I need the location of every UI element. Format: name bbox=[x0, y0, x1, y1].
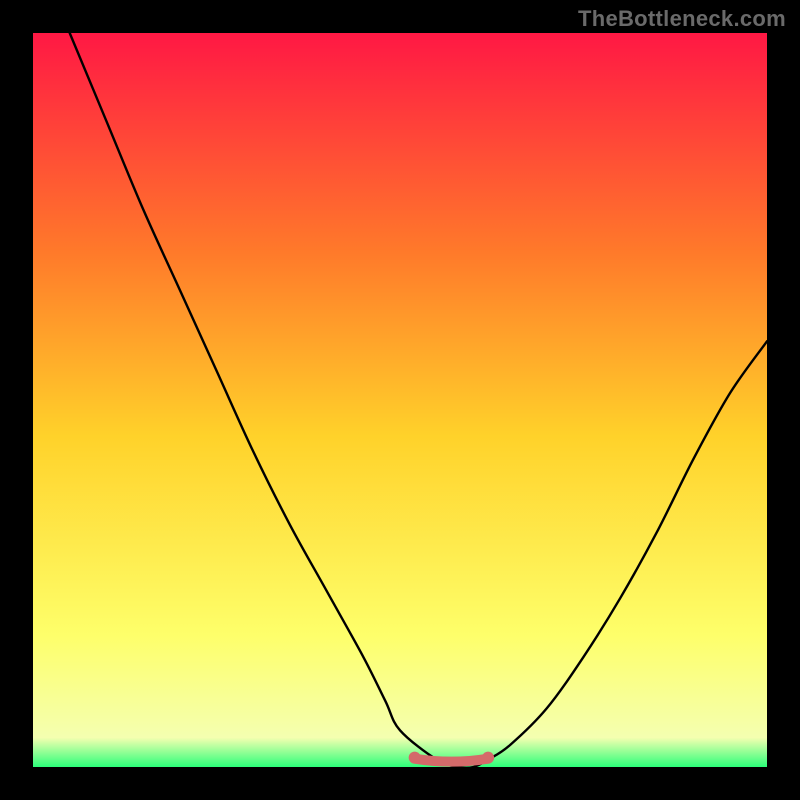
optimal-band-endpoint-right bbox=[482, 752, 494, 764]
plot-background bbox=[33, 33, 767, 767]
optimal-band-marker bbox=[415, 759, 488, 762]
chart-container: TheBottleneck.com bbox=[0, 0, 800, 800]
optimal-band-endpoint-left bbox=[409, 752, 421, 764]
bottleneck-chart-svg bbox=[0, 0, 800, 800]
